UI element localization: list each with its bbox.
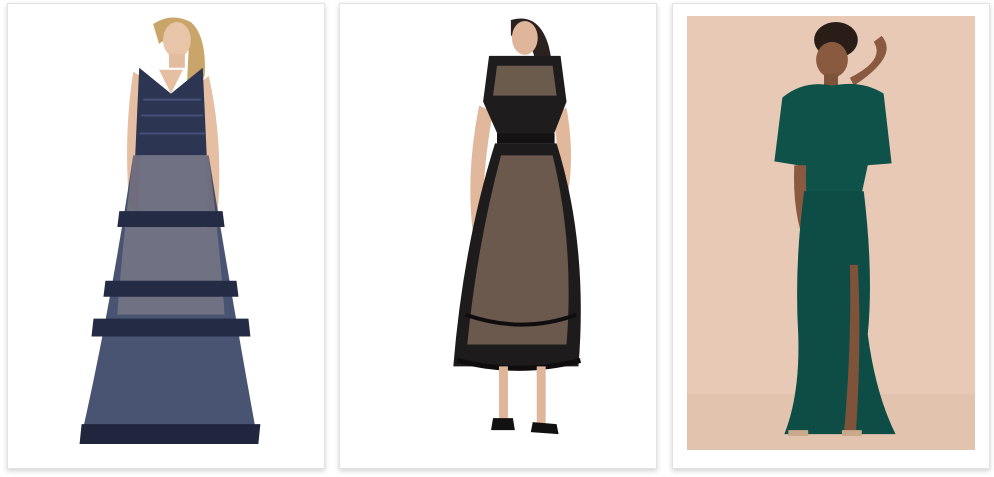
black-lace-midi-dress-photo[interactable] — [354, 16, 642, 450]
emerald-flutter-sleeve-gown-photo[interactable] — [687, 16, 975, 450]
navy-gown-illustration — [22, 16, 310, 450]
product-card-black-lace-dress[interactable] — [339, 3, 657, 469]
emerald-gown-illustration — [687, 16, 975, 450]
black-dress-illustration — [354, 16, 642, 450]
dress-gallery — [0, 0, 994, 477]
navy-lace-tiered-gown-photo[interactable] — [22, 16, 310, 450]
product-card-navy-gown[interactable] — [7, 3, 325, 469]
product-card-emerald-gown[interactable] — [672, 3, 990, 469]
